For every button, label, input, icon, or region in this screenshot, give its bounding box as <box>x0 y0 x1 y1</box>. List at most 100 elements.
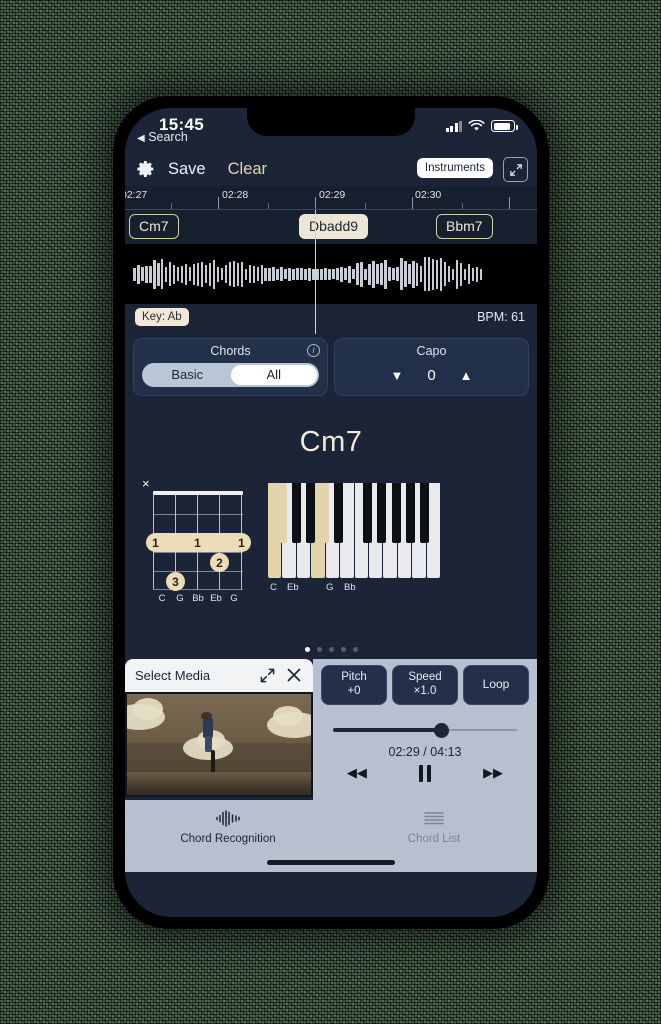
finger-dot-1b: 1 <box>188 533 207 552</box>
segment-all[interactable]: All <box>230 365 317 385</box>
clear-button[interactable]: Clear <box>217 160 278 179</box>
instrument-diagrams: × 1 1 1 2 3 C G Bb Eb G C Eb G Bb <box>125 459 537 609</box>
chords-card: Chords i Basic All <box>133 338 328 396</box>
slider-fill <box>333 727 442 732</box>
battery-icon <box>491 120 518 132</box>
save-button[interactable]: Save <box>157 160 217 179</box>
chord-chip-strip[interactable]: Cm7 Dbadd9 Bbm7 <box>125 210 537 244</box>
page-dot[interactable] <box>316 647 322 652</box>
page-indicator-dots[interactable] <box>125 647 537 652</box>
select-media-label[interactable]: Select Media <box>135 668 210 683</box>
finger-dot-1a: 1 <box>146 533 165 552</box>
bpm-label: BPM: 61 <box>477 310 525 324</box>
fretboard: 1 1 1 2 3 <box>146 491 251 591</box>
playhead-extension <box>315 244 317 334</box>
expand-diagonal-icon[interactable] <box>503 157 528 182</box>
page-dot-active[interactable] <box>304 647 310 652</box>
black-key-ab <box>334 483 343 543</box>
loop-button[interactable]: Loop <box>463 665 529 705</box>
phone-screen: 15:45 ◀ Search Save Clear Instruments 2:… <box>125 108 537 917</box>
status-bar: 15:45 ◀ Search <box>125 108 537 152</box>
black-key-c#2 <box>363 483 372 543</box>
speed-control[interactable]: Speed ×1.0 <box>392 665 458 705</box>
chord-chip[interactable]: Cm7 <box>129 214 179 239</box>
capo-down-button[interactable]: ▼ <box>390 368 403 383</box>
black-key-eb <box>278 483 287 543</box>
current-chord-name: Cm7 <box>299 426 363 458</box>
muted-string-marker: × <box>142 476 150 491</box>
string-note: G <box>230 593 238 604</box>
speed-label: Speed <box>408 671 442 683</box>
bottom-tab-bar: Chord Recognition Chord List <box>125 800 537 872</box>
segment-basic[interactable]: Basic <box>144 365 231 385</box>
back-to-search-link[interactable]: ◀ Search <box>137 130 188 144</box>
progress-slider[interactable] <box>333 722 517 738</box>
chord-chip[interactable]: Bbm7 <box>436 214 493 239</box>
string-note: G <box>176 593 184 604</box>
finger-dot-3: 3 <box>166 572 185 591</box>
black-key-bb2 <box>420 483 429 543</box>
capo-card-title: Capo <box>416 344 447 358</box>
tab-label: Chord List <box>407 833 461 845</box>
black-key-ab2 <box>406 483 415 543</box>
close-icon[interactable] <box>285 666 303 684</box>
timeline-ruler[interactable]: 02:27 02:28 02:29 02:30 <box>125 186 537 210</box>
page-dot[interactable] <box>352 647 358 652</box>
capo-card: Capo ▼ 0 ▲ <box>334 338 529 396</box>
time-label: 02:30 <box>415 189 442 201</box>
piano-note-labels: C Eb G Bb <box>268 582 440 596</box>
wifi-icon <box>468 120 485 131</box>
piano-note: Eb <box>287 582 299 593</box>
tab-label: Chord Recognition <box>180 833 276 845</box>
piano-note: C <box>270 582 277 593</box>
waveform-icon <box>216 810 240 827</box>
rewind-icon[interactable]: ◀◀ <box>347 765 367 781</box>
info-icon[interactable]: i <box>307 344 320 357</box>
chords-segmented-control[interactable]: Basic All <box>142 363 319 387</box>
waveform[interactable] <box>125 244 537 304</box>
transport-controls: ◀◀ ▶▶ <box>321 764 529 782</box>
finger-dot-2: 2 <box>210 553 229 572</box>
chord-display-area: Cm7 × 1 1 1 2 3 C G Bb Eb G C Eb G Bb <box>125 396 537 659</box>
pitch-value: +0 <box>347 685 361 698</box>
black-key-f# <box>306 483 315 543</box>
capo-stepper: ▼ 0 ▲ <box>343 363 520 387</box>
instruments-button[interactable]: Instruments <box>416 158 493 178</box>
player-panel: Pitch +0 Speed ×1.0 Loop 02:29 / 04:13 ◀… <box>313 659 537 800</box>
bottom-section: Select Media Pitch +0 Speed ×1.0 Loop 02… <box>125 659 537 800</box>
time-label: 02:27 <box>125 189 148 201</box>
pitch-label: Pitch <box>341 671 367 683</box>
signal-bars-icon <box>445 120 462 132</box>
media-panel-header: Select Media <box>125 659 313 692</box>
pitch-control[interactable]: Pitch +0 <box>321 665 387 705</box>
slider-thumb[interactable] <box>434 722 450 738</box>
page-dot[interactable] <box>340 647 346 652</box>
expand-icon[interactable] <box>259 667 276 684</box>
video-thumbnail[interactable] <box>125 692 313 797</box>
string-note: Eb <box>210 593 222 604</box>
list-icon <box>424 812 444 825</box>
fast-forward-icon[interactable]: ▶▶ <box>483 765 503 781</box>
black-key-eb2 <box>377 483 386 543</box>
pause-icon[interactable] <box>418 764 432 782</box>
media-panel: Select Media <box>125 659 313 800</box>
notch <box>247 108 415 136</box>
speed-value: ×1.0 <box>413 685 437 698</box>
string-note: Bb <box>192 593 204 604</box>
page-dot[interactable] <box>328 647 334 652</box>
chord-chip-active[interactable]: Dbadd9 <box>299 214 369 239</box>
settings-cards: Chords i Basic All Capo ▼ 0 ▲ <box>125 334 537 396</box>
key-badge: Key: Ab <box>135 308 189 326</box>
capo-up-button[interactable]: ▲ <box>460 368 473 383</box>
phone-frame: 15:45 ◀ Search Save Clear Instruments 2:… <box>113 96 549 929</box>
playhead <box>315 210 317 244</box>
back-label: Search <box>148 130 188 144</box>
home-indicator <box>267 860 395 865</box>
guitar-chord-diagram[interactable]: × 1 1 1 2 3 C G Bb Eb G <box>139 477 254 609</box>
gear-icon[interactable] <box>135 158 157 180</box>
piano-chord-diagram[interactable]: C Eb G Bb <box>268 483 441 601</box>
guitar-string-notes: C G Bb Eb G <box>153 593 243 604</box>
piano-note: Bb <box>344 582 356 593</box>
string-note: C <box>158 593 166 604</box>
black-key-db2 <box>292 483 301 543</box>
